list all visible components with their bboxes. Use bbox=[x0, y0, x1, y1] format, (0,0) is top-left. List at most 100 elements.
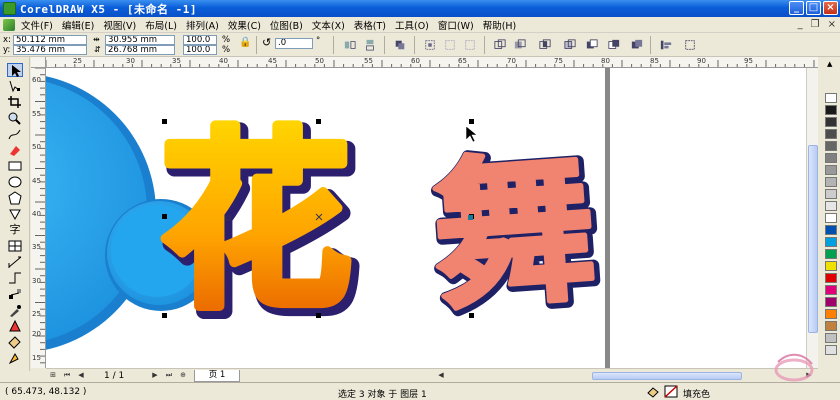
weld-icon[interactable] bbox=[493, 38, 507, 52]
front-minus-back-icon[interactable] bbox=[585, 38, 599, 52]
menu-edit[interactable]: 编辑(E) bbox=[62, 18, 94, 32]
scale-width-field[interactable]: 100.0 bbox=[183, 35, 217, 45]
minimize-button[interactable]: _ bbox=[789, 1, 804, 15]
color-swatch[interactable] bbox=[825, 345, 837, 355]
boundary-icon[interactable] bbox=[630, 38, 644, 52]
shape-tool[interactable] bbox=[7, 79, 23, 93]
x-position-field[interactable]: 50.112 mm bbox=[13, 35, 87, 45]
y-position-field[interactable]: 35.476 mm bbox=[13, 45, 87, 55]
mirror-horizontal-icon[interactable] bbox=[343, 38, 357, 52]
group-icon[interactable] bbox=[393, 38, 407, 52]
color-swatch[interactable] bbox=[825, 297, 837, 307]
glyph-wu[interactable]: 舞 bbox=[425, 131, 603, 334]
color-swatch[interactable] bbox=[825, 165, 837, 175]
prev-page-icon[interactable]: ◀ bbox=[76, 371, 86, 381]
horizontal-ruler[interactable]: 25 30 35 40 45 50 55 60 65 70 75 80 85 9… bbox=[46, 57, 818, 68]
menu-tools[interactable]: 工具(O) bbox=[395, 18, 429, 32]
menu-view[interactable]: 视图(V) bbox=[103, 18, 136, 32]
blend-tool[interactable] bbox=[7, 287, 23, 301]
back-minus-front-icon[interactable] bbox=[607, 38, 621, 52]
doc-minimize-icon[interactable]: _ bbox=[798, 19, 803, 30]
color-swatch[interactable] bbox=[825, 273, 837, 283]
menu-effects[interactable]: 效果(C) bbox=[228, 18, 261, 32]
doc-restore-icon[interactable]: ❐ bbox=[811, 19, 820, 30]
menu-file[interactable]: 文件(F) bbox=[21, 18, 53, 32]
scale-height-field[interactable]: 100.0 bbox=[183, 45, 217, 55]
lock-ratio-icon[interactable]: 🔒 bbox=[239, 38, 251, 48]
zoom-tool[interactable] bbox=[7, 111, 23, 125]
interactive-fill-tool[interactable] bbox=[7, 351, 23, 365]
ungroup-all-icon[interactable] bbox=[463, 38, 477, 52]
color-swatch[interactable] bbox=[825, 321, 837, 331]
dimension-tool[interactable] bbox=[7, 255, 23, 269]
coreldraw-app-icon[interactable] bbox=[3, 2, 16, 15]
color-swatch[interactable] bbox=[825, 333, 837, 343]
color-swatch[interactable] bbox=[825, 285, 837, 295]
menu-table[interactable]: 表格(T) bbox=[354, 18, 386, 32]
table-tool[interactable] bbox=[7, 239, 23, 253]
drawing-canvas[interactable]: 花 花 舞 舞 bbox=[46, 68, 806, 368]
rectangle-tool[interactable] bbox=[7, 159, 23, 173]
simplify-icon[interactable] bbox=[563, 38, 577, 52]
create-boundary-icon[interactable] bbox=[683, 38, 697, 52]
color-swatch[interactable] bbox=[825, 141, 837, 151]
color-swatch[interactable] bbox=[825, 117, 837, 127]
menu-layout[interactable]: 布局(L) bbox=[145, 18, 177, 32]
width-field[interactable]: 30.955 mm bbox=[105, 35, 175, 45]
menu-arrange[interactable]: 排列(A) bbox=[186, 18, 219, 32]
color-swatch[interactable] bbox=[825, 189, 837, 199]
fill-tool[interactable] bbox=[7, 335, 23, 349]
color-swatch[interactable] bbox=[825, 153, 837, 163]
smart-fill-tool[interactable] bbox=[7, 143, 23, 157]
fill-bucket-icon[interactable] bbox=[646, 386, 660, 398]
last-page-icon[interactable]: ⏭ bbox=[164, 371, 174, 381]
trim-icon[interactable] bbox=[513, 38, 527, 52]
eyedropper-tool[interactable] bbox=[7, 303, 23, 317]
menu-bitmaps[interactable]: 位图(B) bbox=[270, 18, 303, 32]
height-field[interactable]: 26.768 mm bbox=[105, 45, 175, 55]
horizontal-scroll-thumb[interactable] bbox=[592, 372, 742, 380]
ruler-origin[interactable] bbox=[31, 57, 46, 68]
color-swatch[interactable] bbox=[825, 237, 837, 247]
doc-close-icon[interactable]: × bbox=[828, 19, 836, 30]
basic-shapes-tool[interactable] bbox=[7, 207, 23, 221]
maximize-button[interactable]: □ bbox=[806, 1, 821, 15]
color-swatch[interactable] bbox=[825, 93, 837, 103]
rotation-field[interactable]: .0 bbox=[275, 38, 313, 49]
first-page-icon[interactable]: ⏮ bbox=[62, 371, 72, 381]
color-swatch[interactable] bbox=[825, 261, 837, 271]
break-apart-icon[interactable] bbox=[443, 38, 457, 52]
color-swatch[interactable] bbox=[825, 249, 837, 259]
polygon-tool[interactable] bbox=[7, 191, 23, 205]
document-icon[interactable] bbox=[3, 18, 15, 31]
freehand-tool[interactable] bbox=[7, 127, 23, 141]
outline-tool[interactable] bbox=[7, 319, 23, 333]
no-fill-icon[interactable] bbox=[664, 385, 678, 398]
palette-scroll-up-icon[interactable]: ▲ bbox=[827, 60, 832, 68]
vertical-ruler[interactable]: 60 55 50 45 40 35 30 25 20 15 bbox=[31, 68, 46, 368]
close-button[interactable]: × bbox=[823, 1, 838, 15]
vertical-scrollbar[interactable] bbox=[806, 68, 818, 370]
intersect-icon[interactable] bbox=[538, 38, 552, 52]
color-swatch[interactable] bbox=[825, 129, 837, 139]
pick-tool[interactable] bbox=[7, 63, 23, 77]
color-swatch[interactable] bbox=[825, 201, 837, 211]
connector-tool[interactable] bbox=[7, 271, 23, 285]
ellipse-tool[interactable] bbox=[7, 175, 23, 189]
next-page-icon[interactable]: ▶ bbox=[150, 371, 160, 381]
menu-window[interactable]: 窗口(W) bbox=[438, 18, 474, 32]
color-swatch[interactable] bbox=[825, 225, 837, 235]
color-swatch[interactable] bbox=[825, 105, 837, 115]
scroll-left-icon[interactable]: ◀ bbox=[436, 371, 446, 381]
combine-icon[interactable] bbox=[423, 38, 437, 52]
align-distribute-icon[interactable] bbox=[659, 38, 673, 52]
vertical-scroll-thumb[interactable] bbox=[808, 145, 818, 333]
add-page-icon[interactable]: ⊕ bbox=[178, 371, 188, 381]
text-tool[interactable]: 字 bbox=[7, 223, 23, 237]
glyph-hua[interactable]: 花 bbox=[156, 107, 356, 338]
menu-text[interactable]: 文本(X) bbox=[312, 18, 345, 32]
color-swatch[interactable] bbox=[825, 309, 837, 319]
menu-help[interactable]: 帮助(H) bbox=[483, 18, 517, 32]
crop-tool[interactable] bbox=[7, 95, 23, 109]
page-tab-1[interactable]: 页 1 bbox=[194, 370, 240, 382]
